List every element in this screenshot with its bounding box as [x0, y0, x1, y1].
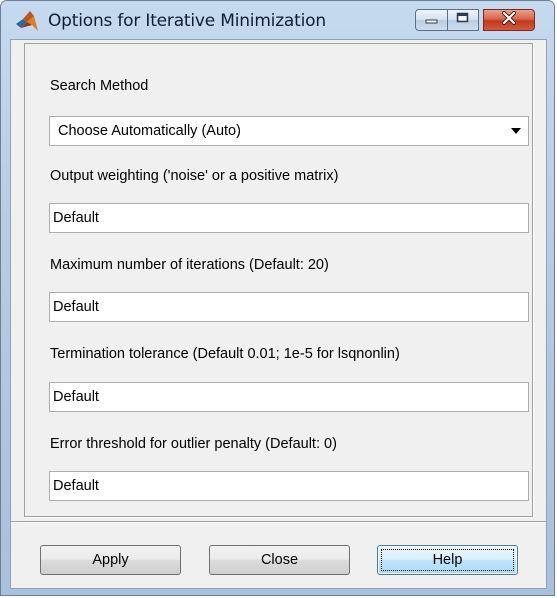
close-icon: [501, 10, 517, 30]
error-threshold-field[interactable]: [49, 471, 529, 501]
help-button[interactable]: Help: [377, 545, 518, 575]
apply-button[interactable]: Apply: [40, 545, 181, 575]
focus-ring: [381, 549, 514, 571]
close-button[interactable]: Close: [209, 545, 350, 575]
minimize-button[interactable]: [415, 9, 448, 31]
close-window-button[interactable]: [483, 9, 535, 31]
title-bar[interactable]: Options for Iterative Minimization: [1, 1, 554, 39]
search-method-label: Search Method: [50, 78, 149, 94]
search-method-selected: Choose Automatically (Auto): [58, 123, 241, 139]
chevron-down-icon[interactable]: [504, 117, 528, 145]
button-divider: [11, 521, 546, 523]
output-weighting-field[interactable]: [49, 203, 529, 233]
termination-tolerance-field[interactable]: [49, 382, 529, 412]
maximize-button[interactable]: [447, 9, 479, 31]
matlab-logo-icon: [15, 10, 39, 32]
error-threshold-label: Error threshold for outlier penalty (Def…: [50, 436, 337, 452]
termination-tolerance-label: Termination tolerance (Default 0.01; 1e-…: [50, 346, 400, 362]
search-method-dropdown[interactable]: Choose Automatically (Auto): [49, 116, 529, 146]
dialog-body: Search Method Choose Automatically (Auto…: [10, 39, 547, 589]
maximize-icon: [456, 11, 470, 29]
max-iterations-label: Maximum number of iterations (Default: 2…: [50, 257, 329, 273]
max-iterations-field[interactable]: [49, 292, 529, 322]
dialog-window: Options for Iterative Minimization Searc…: [0, 0, 555, 596]
minimize-icon: [425, 11, 439, 29]
output-weighting-label: Output weighting ('noise' or a positive …: [50, 168, 339, 184]
window-title: Options for Iterative Minimization: [48, 11, 326, 31]
